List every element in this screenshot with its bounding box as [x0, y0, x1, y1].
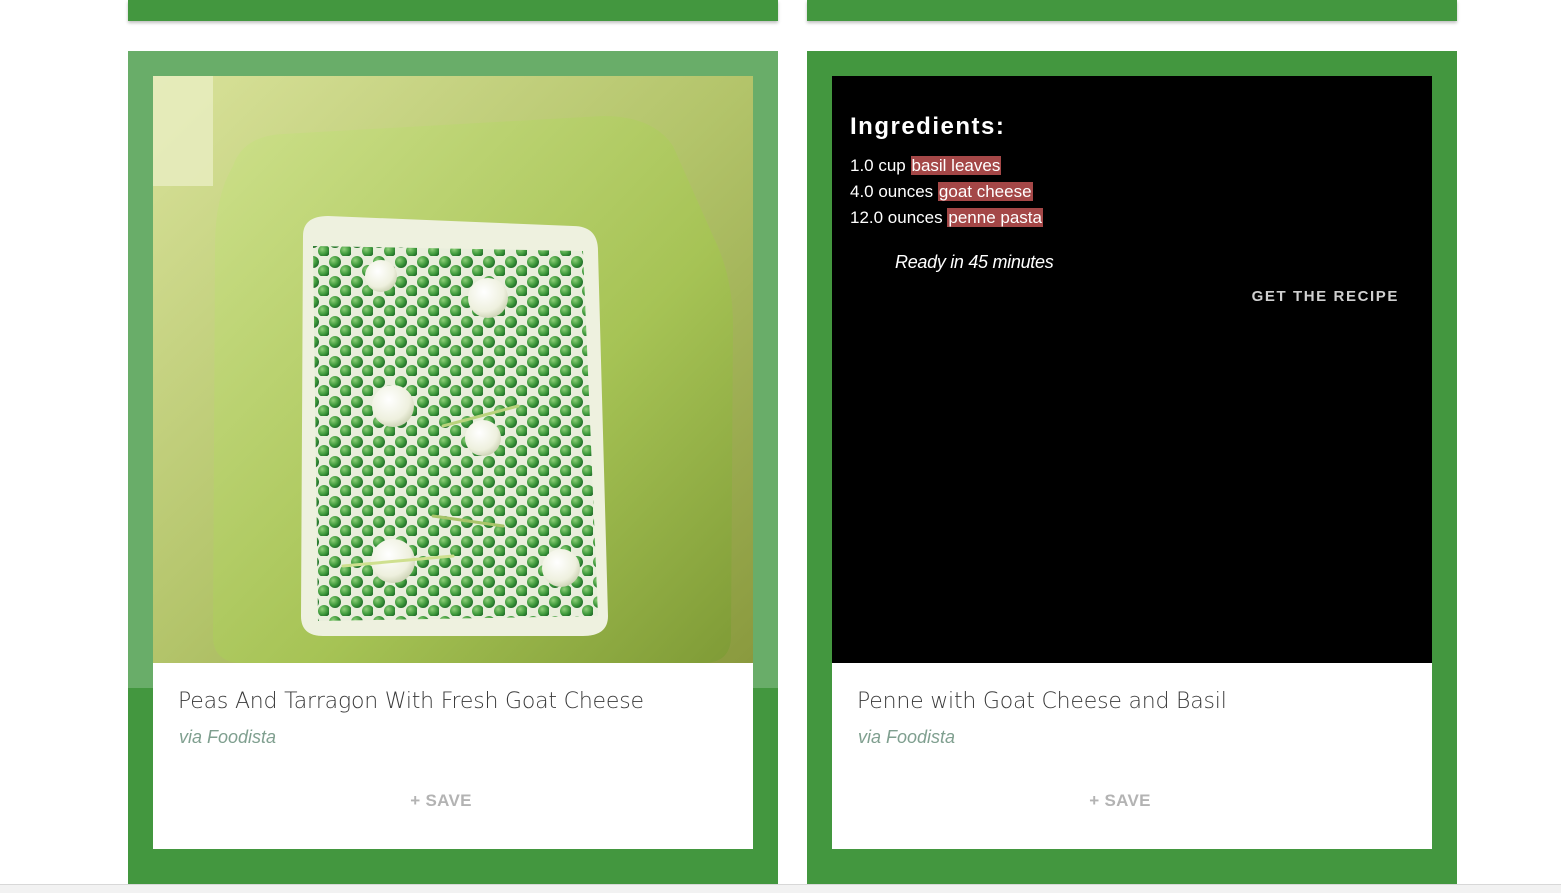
recipe-title[interactable]: Penne with Goat Cheese and Basil — [857, 689, 1227, 714]
previous-card-bottom-right — [807, 0, 1457, 21]
recipe-image[interactable]: Ingredients: 1.0 cup basil leaves 4.0 ou… — [832, 76, 1432, 663]
recipe-title[interactable]: Peas And Tarragon With Fresh Goat Cheese — [178, 689, 644, 714]
peas-dish-photo — [153, 76, 753, 663]
previous-card-bottom-left — [128, 0, 778, 21]
recipe-source[interactable]: via Foodista — [179, 727, 276, 748]
horizontal-scrollbar[interactable] — [0, 884, 1561, 893]
ingredients-overlay: Ingredients: 1.0 cup basil leaves 4.0 ou… — [832, 76, 1432, 663]
ready-time: Ready in 45 minutes — [895, 252, 1054, 272]
recipe-image[interactable] — [153, 76, 753, 663]
ingredient-name: basil leaves — [910, 156, 1002, 175]
save-button[interactable]: + SAVE — [153, 791, 729, 811]
ingredient-item: 12.0 ounces penne pasta — [850, 205, 1043, 231]
card-body: Peas And Tarragon With Fresh Goat Cheese… — [153, 663, 753, 849]
ingredient-name: penne pasta — [947, 208, 1043, 227]
ingredients-heading: Ingredients: — [850, 113, 1006, 140]
recipe-card[interactable]: Peas And Tarragon With Fresh Goat Cheese… — [128, 51, 778, 893]
ingredient-item: 1.0 cup basil leaves — [850, 153, 1043, 179]
save-button[interactable]: + SAVE — [832, 791, 1408, 811]
ingredient-item: 4.0 ounces goat cheese — [850, 179, 1043, 205]
ingredient-amount: 12.0 ounces — [850, 208, 943, 227]
ingredients-list: 1.0 cup basil leaves 4.0 ounces goat che… — [850, 153, 1043, 231]
recipe-source[interactable]: via Foodista — [858, 727, 955, 748]
get-recipe-link[interactable]: GET THE RECIPE — [1252, 288, 1399, 305]
ingredient-amount: 1.0 cup — [850, 156, 906, 175]
ingredient-amount: 4.0 ounces — [850, 182, 934, 201]
recipe-grid-page: Peas And Tarragon With Fresh Goat Cheese… — [0, 0, 1561, 893]
card-body: Penne with Goat Cheese and Basil via Foo… — [832, 663, 1432, 849]
ingredient-name: goat cheese — [937, 182, 1033, 201]
recipe-card[interactable]: Ingredients: 1.0 cup basil leaves 4.0 ou… — [807, 51, 1457, 893]
